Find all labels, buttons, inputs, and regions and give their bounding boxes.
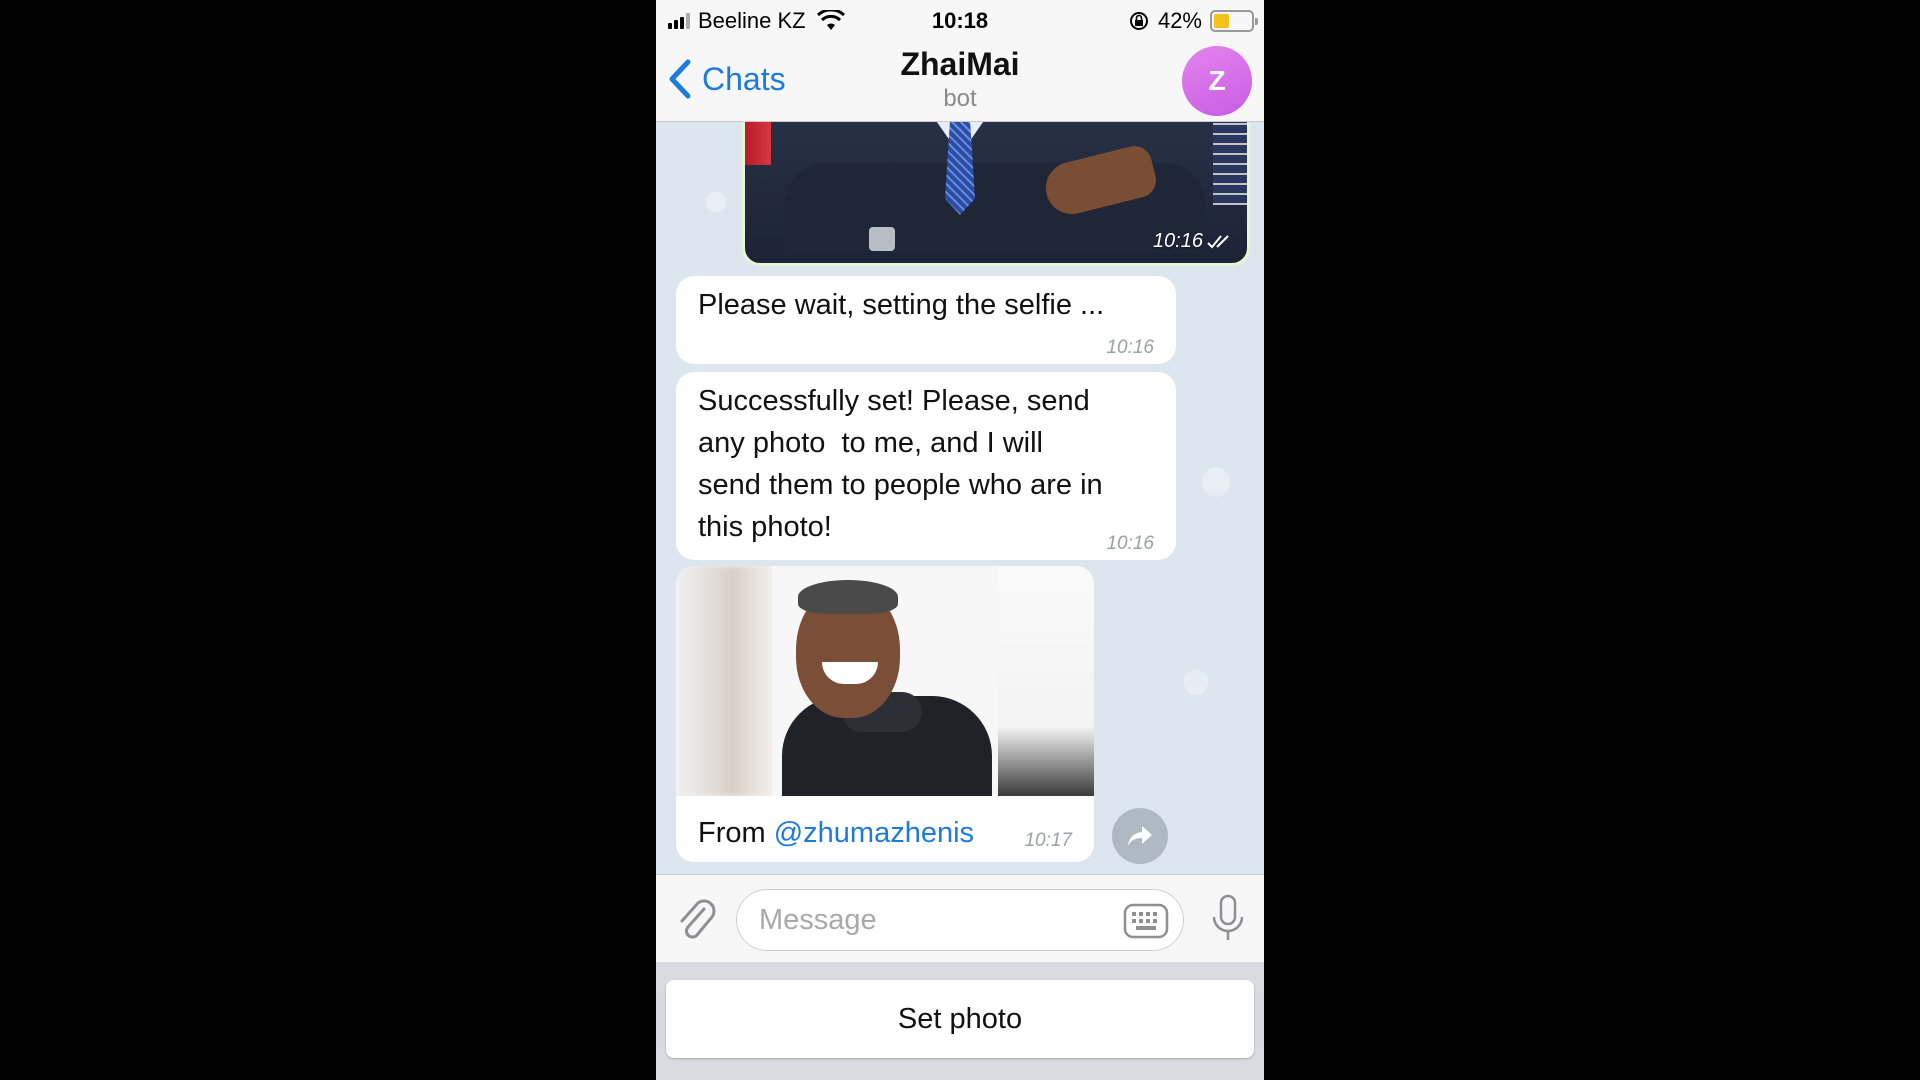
message-time-text: 10:16 (1152, 230, 1203, 252)
battery-icon (1210, 10, 1258, 32)
keyboard-icon[interactable] (1123, 902, 1169, 940)
microphone-icon[interactable] (1210, 893, 1246, 943)
chat-header[interactable]: ZhaiMai bot (656, 46, 1264, 113)
status-bar: Beeline KZ 10:18 42% (656, 0, 1264, 40)
outgoing-photo-message[interactable]: 10:16 (742, 122, 1250, 266)
message-text: Successfully set! Please, send any photo… (698, 385, 1103, 543)
message-input[interactable] (759, 902, 1099, 938)
double-check-icon (1207, 234, 1229, 248)
message-time: 10:16 (1106, 533, 1154, 554)
chat-subtitle: bot (943, 85, 977, 112)
photo-blur-left (676, 566, 772, 796)
portrait-hair (798, 580, 898, 614)
phone-screen: Beeline KZ 10:18 42% Chats ZhaiMai bot Z… (656, 0, 1264, 1080)
battery-fill (1214, 14, 1229, 28)
message-time: 10:16 (1106, 337, 1154, 358)
incoming-text-message[interactable]: Please wait, setting the selfie ... 10:1… (676, 276, 1176, 364)
photo-tie (945, 122, 975, 215)
incoming-photo-message[interactable]: From @zhumazhenis 10:17 (676, 566, 1094, 862)
photo-flag-right (1213, 122, 1247, 205)
battery-percent: 42% (1157, 8, 1202, 33)
avatar[interactable]: Z (1182, 46, 1252, 116)
message-time: 10:17 (1024, 830, 1072, 851)
caption-prefix: From (698, 817, 774, 849)
message-field[interactable] (736, 889, 1184, 951)
photo-image[interactable] (676, 566, 1094, 796)
chat-title: ZhaiMai (900, 46, 1020, 82)
set-photo-button[interactable]: Set photo (666, 980, 1254, 1058)
message-list[interactable]: 10:16 Please wait, setting the selfie ..… (656, 122, 1264, 874)
status-right: 42% (1128, 8, 1258, 34)
photo-flag-left (745, 122, 771, 165)
share-arrow-icon (1128, 826, 1152, 846)
nav-bar: Chats ZhaiMai bot Z (656, 40, 1264, 122)
photo-watch (869, 227, 895, 251)
paperclip-icon[interactable] (674, 895, 718, 943)
bot-keyboard: Set photo (656, 962, 1264, 1080)
compose-bar (656, 874, 1264, 962)
rotation-lock-icon (1129, 12, 1148, 30)
photo-caption: From @zhumazhenis (698, 817, 974, 850)
message-text: Please wait, setting the selfie ... (698, 289, 1105, 321)
message-time: 10:16 (1153, 230, 1233, 253)
caption-mention-link[interactable]: @zhumazhenis (774, 817, 974, 849)
incoming-text-message[interactable]: Successfully set! Please, send any photo… (676, 372, 1176, 560)
share-button[interactable] (1112, 808, 1168, 864)
photo-portrait (772, 566, 1000, 796)
photo-blur-right (998, 566, 1094, 796)
